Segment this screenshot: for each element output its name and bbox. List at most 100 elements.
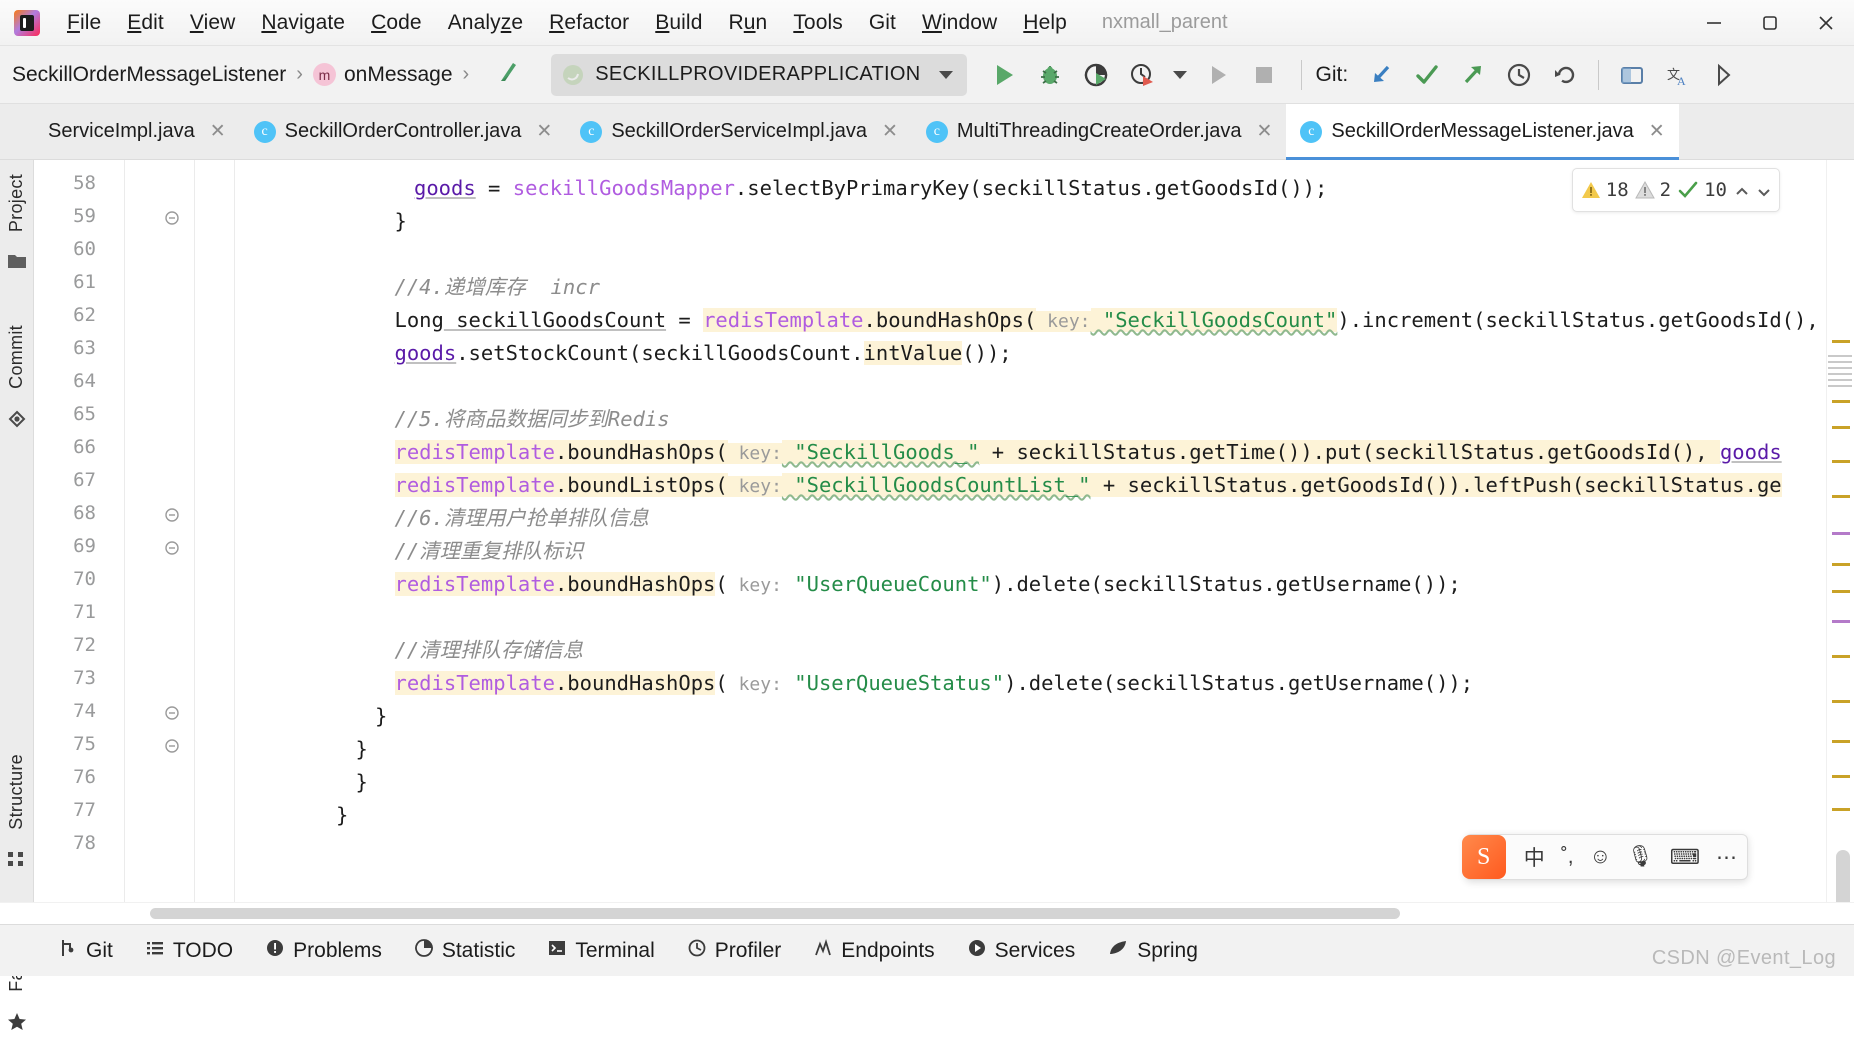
code-line[interactable]: //5.将商品数据同步到Redis bbox=[395, 403, 670, 436]
sidebar-item-project[interactable]: Project bbox=[6, 164, 27, 242]
menu-item-edit[interactable]: Edit bbox=[114, 7, 177, 39]
editor-tab-close-icon[interactable]: ✕ bbox=[882, 120, 898, 143]
ime-punctuation-toggle[interactable]: ˚, bbox=[1561, 845, 1574, 869]
code-line[interactable]: } bbox=[375, 700, 387, 733]
git-update-project-button[interactable] bbox=[1358, 52, 1404, 98]
menu-item-tools[interactable]: Tools bbox=[780, 7, 856, 39]
ime-keyboard-button[interactable]: ⌨ bbox=[1670, 845, 1700, 870]
minimize-button[interactable] bbox=[1686, 0, 1742, 45]
sidebar-item-commit[interactable]: Commit bbox=[6, 315, 27, 399]
previous-problem-button[interactable] bbox=[1733, 182, 1749, 198]
menu-item-window[interactable]: Window bbox=[909, 7, 1010, 39]
warnings-count[interactable]: 18 bbox=[1581, 179, 1629, 201]
code-line[interactable]: } bbox=[356, 733, 368, 766]
code-canvas[interactable]: goods = seckillGoodsMapper.selectByPrima… bbox=[294, 160, 1826, 902]
debug-button[interactable] bbox=[1027, 52, 1073, 98]
inspection-widget[interactable]: 18 2 10 bbox=[1571, 168, 1780, 212]
rerun-button[interactable] bbox=[1195, 52, 1241, 98]
code-line[interactable]: } bbox=[356, 766, 368, 799]
navigate-back-arrow-icon[interactable] bbox=[491, 55, 525, 94]
status-bar-item-terminal[interactable]: Terminal bbox=[531, 938, 670, 964]
close-button[interactable] bbox=[1798, 0, 1854, 45]
profile-button[interactable] bbox=[1119, 52, 1165, 98]
marker-warning[interactable] bbox=[1832, 590, 1850, 593]
status-bar-item-problems[interactable]: Problems bbox=[249, 938, 398, 964]
editor-tab-close-icon[interactable]: ✕ bbox=[210, 120, 226, 143]
code-fold-marker[interactable] bbox=[164, 540, 180, 556]
editor-marker-bar[interactable] bbox=[1826, 160, 1854, 912]
code-line[interactable]: redisTemplate.boundHashOps( key: "UserQu… bbox=[394, 667, 1473, 700]
maximize-button[interactable] bbox=[1742, 0, 1798, 45]
code-line[interactable]: redisTemplate.boundListOps( key: "Seckil… bbox=[394, 469, 1782, 502]
breadcrumb-method[interactable]: onMessage bbox=[344, 63, 453, 87]
git-rollback-button[interactable] bbox=[1542, 52, 1588, 98]
code-fold-marker[interactable] bbox=[164, 507, 180, 523]
menu-item-refactor[interactable]: Refactor bbox=[536, 7, 642, 39]
more-run-options-dropdown[interactable] bbox=[1165, 52, 1195, 98]
status-bar-item-profiler[interactable]: Profiler bbox=[671, 938, 798, 964]
horizontal-scrollbar[interactable] bbox=[0, 902, 1854, 924]
editor-tab-3[interactable]: c MultiThreadingCreateOrder.java ✕ bbox=[911, 104, 1287, 159]
marker-warning[interactable] bbox=[1832, 426, 1850, 429]
code-fold-marker[interactable] bbox=[164, 705, 180, 721]
code-line[interactable]: redisTemplate.boundHashOps( key: "Seckil… bbox=[394, 436, 1782, 469]
editor-tab-2[interactable]: c SeckillOrderServiceImpl.java ✕ bbox=[566, 104, 912, 159]
code-line[interactable]: } bbox=[336, 799, 348, 832]
sidebar-item-structure[interactable]: Structure bbox=[6, 744, 27, 840]
translate-button[interactable]: 文A bbox=[1655, 52, 1701, 98]
marker-warning[interactable] bbox=[1832, 700, 1850, 703]
marker-change[interactable] bbox=[1832, 532, 1850, 535]
editor-minimap[interactable] bbox=[1828, 355, 1852, 400]
stop-button[interactable] bbox=[1241, 52, 1287, 98]
code-line[interactable]: //清理排队存储信息 bbox=[395, 634, 584, 667]
chevron-down-icon[interactable] bbox=[938, 70, 953, 79]
status-bar-item-git[interactable]: Git bbox=[42, 938, 129, 964]
code-line[interactable]: redisTemplate.boundHashOps( key: "UserQu… bbox=[394, 568, 1461, 601]
horizontal-scrollbar-thumb[interactable] bbox=[150, 908, 1400, 919]
editor-tab-1[interactable]: c SeckillOrderController.java ✕ bbox=[239, 104, 567, 159]
code-line[interactable]: //清理重复排队标识 bbox=[395, 535, 584, 568]
ime-floating-toolbar[interactable]: S 中 ˚, ☺ 🎙 ⌨ ⋯ bbox=[1461, 834, 1748, 880]
marker-warning[interactable] bbox=[1832, 340, 1850, 343]
marker-warning[interactable] bbox=[1832, 563, 1850, 566]
sogou-ime-logo-icon[interactable]: S bbox=[1461, 835, 1506, 879]
structure-icon[interactable] bbox=[7, 850, 27, 873]
marker-warning[interactable] bbox=[1832, 400, 1850, 403]
code-line[interactable]: Long seckillGoodsCount = redisTemplate.b… bbox=[395, 304, 1827, 337]
ime-emoji-button[interactable]: ☺ bbox=[1590, 845, 1611, 869]
editor-tab-0[interactable]: ServiceImpl.java ✕ bbox=[34, 104, 240, 159]
project-folder-icon[interactable] bbox=[7, 252, 27, 275]
menu-item-navigate[interactable]: Navigate bbox=[248, 7, 358, 39]
editor-gutter[interactable]: 58 59 60 61 62 63 64 65 66 67 68 69 70 71 72 73 74 75 76 77… bbox=[34, 160, 294, 902]
marker-change[interactable] bbox=[1832, 620, 1850, 623]
git-push-button[interactable] bbox=[1450, 52, 1496, 98]
search-everywhere-button[interactable] bbox=[1609, 52, 1655, 98]
weak-warnings-count[interactable]: 2 bbox=[1634, 179, 1671, 201]
code-fold-marker[interactable] bbox=[164, 210, 180, 226]
editor-tab-close-icon[interactable]: ✕ bbox=[1256, 120, 1272, 143]
marker-warning[interactable] bbox=[1832, 808, 1850, 811]
status-bar-item-todo[interactable]: TODO bbox=[129, 938, 249, 964]
menu-item-file[interactable]: File bbox=[54, 7, 114, 39]
editor-tab-close-icon[interactable]: ✕ bbox=[536, 120, 552, 143]
code-line[interactable]: //4.递增库存 incr bbox=[395, 271, 600, 304]
ime-language-toggle[interactable]: 中 bbox=[1524, 842, 1545, 872]
menu-item-build[interactable]: Build bbox=[642, 7, 715, 39]
next-problem-button[interactable] bbox=[1755, 182, 1771, 198]
editor-tab-4[interactable]: c SeckillOrderMessageListener.java ✕ bbox=[1286, 104, 1680, 160]
status-bar-item-services[interactable]: Services bbox=[951, 938, 1092, 964]
code-line[interactable]: goods.setStockCount(seckillGoodsCount.in… bbox=[395, 337, 1012, 370]
run-configuration-selector[interactable]: SECKILLPROVIDERAPPLICATION bbox=[551, 53, 967, 96]
checks-passed-count[interactable]: 10 bbox=[1677, 179, 1727, 201]
status-bar-item-statistic[interactable]: Statistic bbox=[398, 938, 532, 964]
marker-warning[interactable] bbox=[1832, 495, 1850, 498]
run-with-coverage-button[interactable] bbox=[1073, 52, 1119, 98]
code-line[interactable]: } bbox=[395, 205, 407, 238]
menu-item-help[interactable]: Help bbox=[1010, 7, 1080, 39]
status-bar-item-endpoints[interactable]: Endpoints bbox=[797, 938, 950, 964]
code-line[interactable]: //6.清理用户抢单排队信息 bbox=[395, 502, 649, 535]
run-button[interactable] bbox=[981, 52, 1027, 98]
code-fold-marker[interactable] bbox=[164, 738, 180, 754]
menu-item-code[interactable]: Code bbox=[358, 7, 435, 39]
menu-item-analyze[interactable]: Analyze bbox=[435, 7, 536, 39]
